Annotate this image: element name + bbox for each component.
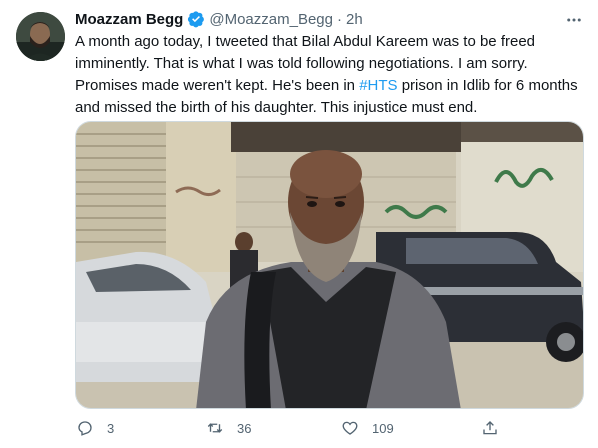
photo-man-standing-street: [76, 122, 583, 408]
heart-icon: [340, 418, 360, 438]
reply-button[interactable]: 3: [75, 414, 114, 442]
tweet-card[interactable]: Moazzam Begg @Moazzam_Begg · 2h A month …: [0, 0, 598, 448]
header-separator: ·: [336, 10, 342, 28]
retweet-button[interactable]: 36: [205, 414, 251, 442]
reply-icon: [75, 418, 95, 438]
tweet-timestamp[interactable]: 2h: [346, 11, 363, 28]
author-avatar[interactable]: [16, 12, 65, 61]
retweet-count: 36: [237, 420, 252, 436]
author-display-name[interactable]: Moazzam Begg: [75, 11, 183, 28]
tweet-actions: 3 36 109: [75, 414, 515, 442]
more-options-button[interactable]: [560, 6, 588, 34]
retweet-icon: [205, 418, 225, 438]
hashtag-link[interactable]: #HTS: [359, 77, 397, 94]
avatar-image: [16, 12, 65, 61]
verified-badge-icon: [187, 10, 205, 28]
tweet-text: A month ago today, I tweeted that Bilal …: [75, 31, 580, 119]
tweet-photo[interactable]: [75, 121, 584, 409]
like-count: 109: [372, 420, 394, 436]
share-icon: [480, 418, 500, 438]
author-handle[interactable]: @Moazzam_Begg: [209, 11, 333, 28]
like-button[interactable]: 109: [340, 414, 394, 442]
more-dots-icon: [567, 18, 581, 22]
reply-count: 3: [107, 420, 115, 436]
tweet-header: Moazzam Begg @Moazzam_Begg · 2h: [75, 8, 363, 30]
share-button[interactable]: [480, 414, 500, 442]
